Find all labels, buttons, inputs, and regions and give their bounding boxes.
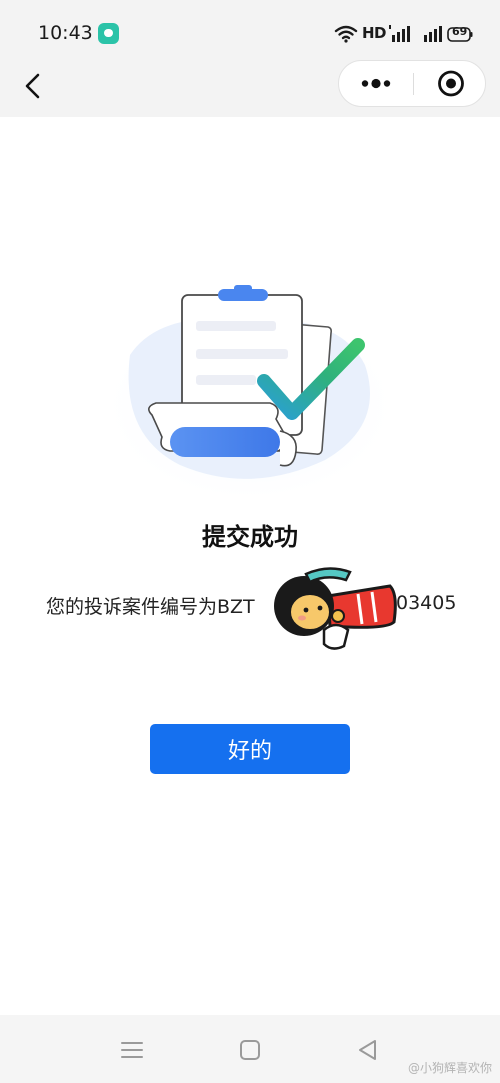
status-indicators: HD 69 <box>334 22 473 44</box>
chevron-left-icon <box>25 73 40 99</box>
system-back-button[interactable] <box>354 1036 382 1064</box>
submit-success-illustration <box>100 285 400 495</box>
system-navigation-bar: @小狗辉喜欢你 <box>0 1015 500 1083</box>
chat-app-notification-icon <box>98 23 119 44</box>
result-title: 提交成功 <box>202 523 298 551</box>
wifi-icon <box>334 25 358 43</box>
square-home-icon <box>240 1040 260 1060</box>
mini-program-capsule <box>338 60 486 107</box>
nav-bar <box>0 60 500 117</box>
cartoon-sticker-redaction <box>274 567 397 650</box>
triangle-back-icon <box>359 1040 376 1060</box>
ok-button[interactable]: 好的 <box>150 724 350 774</box>
case-number-suffix: 03405 <box>396 592 457 614</box>
menu-icon <box>121 1042 143 1058</box>
more-button[interactable] <box>339 61 413 106</box>
status-bar: 10:43 HD 69 <box>0 0 500 60</box>
battery-level: 69 <box>452 25 468 38</box>
watermark-text: @小狗辉喜欢你 <box>407 1061 492 1075</box>
case-number-prefix: 您的投诉案件编号为BZT <box>46 596 255 618</box>
network-hd-label: HD <box>362 24 387 42</box>
back-button[interactable] <box>16 68 52 104</box>
system-menu-button[interactable] <box>118 1036 146 1064</box>
close-button[interactable] <box>414 61 486 106</box>
target-close-icon <box>438 70 464 97</box>
more-dots-icon <box>361 78 391 89</box>
system-home-button[interactable] <box>236 1036 264 1064</box>
status-time: 10:43 <box>38 22 93 44</box>
